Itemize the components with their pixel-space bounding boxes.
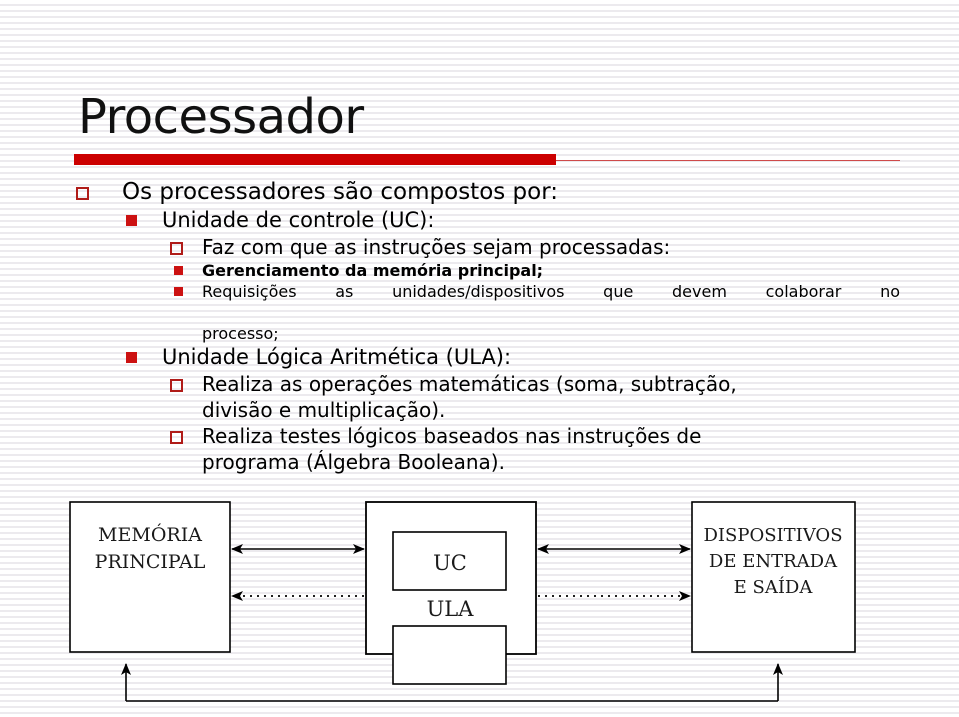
list-item-label: Unidade de controle (UC): <box>162 208 435 232</box>
filled-square-bullet-icon <box>174 287 183 296</box>
list-item: Unidade Lógica Aritmética (ULA): <box>70 344 900 371</box>
dispositivos-label-2: DE ENTRADA <box>709 551 838 572</box>
dispositivos-label-1: DISPOSITIVOS <box>703 525 842 546</box>
list-item: Faz com que as instruções sejam processa… <box>70 234 900 260</box>
list-item-label: Unidade Lógica Aritmética (ULA): <box>162 345 512 369</box>
filled-square-bullet-icon <box>174 266 183 275</box>
hollow-square-bullet-icon <box>76 187 89 200</box>
list-item-label-continued: divisão e multiplicação). <box>202 398 446 422</box>
list-item: Requisições as unidades/dispositivos que… <box>70 281 900 344</box>
list-item-label: Realiza testes lógicos baseados nas inst… <box>202 424 702 448</box>
page-title: Processador <box>78 89 364 145</box>
list-item-label-wrap: Requisições as unidades/dispositivos que… <box>202 281 900 344</box>
title-underline-thick <box>74 154 556 165</box>
list-item-label: Faz com que as instruções sejam processa… <box>202 235 671 259</box>
filled-square-bullet-icon <box>126 352 137 363</box>
hollow-square-bullet-icon <box>170 431 183 444</box>
list-item: Unidade de controle (UC): <box>70 207 900 234</box>
ula-label: ULA <box>427 597 475 621</box>
list-item: Realiza testes lógicos baseados nas inst… <box>70 423 900 475</box>
list-item-label: Realiza as operações matemáticas (soma, … <box>202 372 737 396</box>
hollow-square-bullet-icon <box>170 379 183 392</box>
memoria-principal-label-2: PRINCIPAL <box>95 551 206 573</box>
processor-architecture-diagram: MEMÓRIA PRINCIPAL UC ULA DISPOSITIVOS DE… <box>60 486 905 717</box>
filled-square-bullet-icon <box>126 215 137 226</box>
dispositivos-label-3: E SAÍDA <box>734 575 814 598</box>
list-item-label: Gerenciamento da memória principal; <box>202 261 544 280</box>
ula-box <box>392 625 507 685</box>
list-item: Os processadores são compostos por: <box>70 178 900 207</box>
uc-label: UC <box>433 551 467 575</box>
list-item-label-continued: processo; <box>202 324 279 343</box>
list-item: Realiza as operações matemáticas (soma, … <box>70 371 900 423</box>
list-item-label-wrap: Realiza testes lógicos baseados nas inst… <box>202 423 900 475</box>
memoria-principal-label: MEMÓRIA <box>98 523 202 546</box>
bullet-list: Os processadores são compostos por: Unid… <box>70 178 900 475</box>
hollow-square-bullet-icon <box>170 242 183 255</box>
slide-content: Processador Os processadores são compost… <box>0 0 959 717</box>
list-item-label: Os processadores são compostos por: <box>122 179 559 205</box>
list-item-label-wrap: Realiza as operações matemáticas (soma, … <box>202 371 900 423</box>
list-item-label: Requisições as unidades/dispositivos que… <box>202 282 900 301</box>
list-item: Gerenciamento da memória principal; <box>70 260 900 281</box>
list-item-label-continued: programa (Álgebra Booleana). <box>202 450 505 474</box>
